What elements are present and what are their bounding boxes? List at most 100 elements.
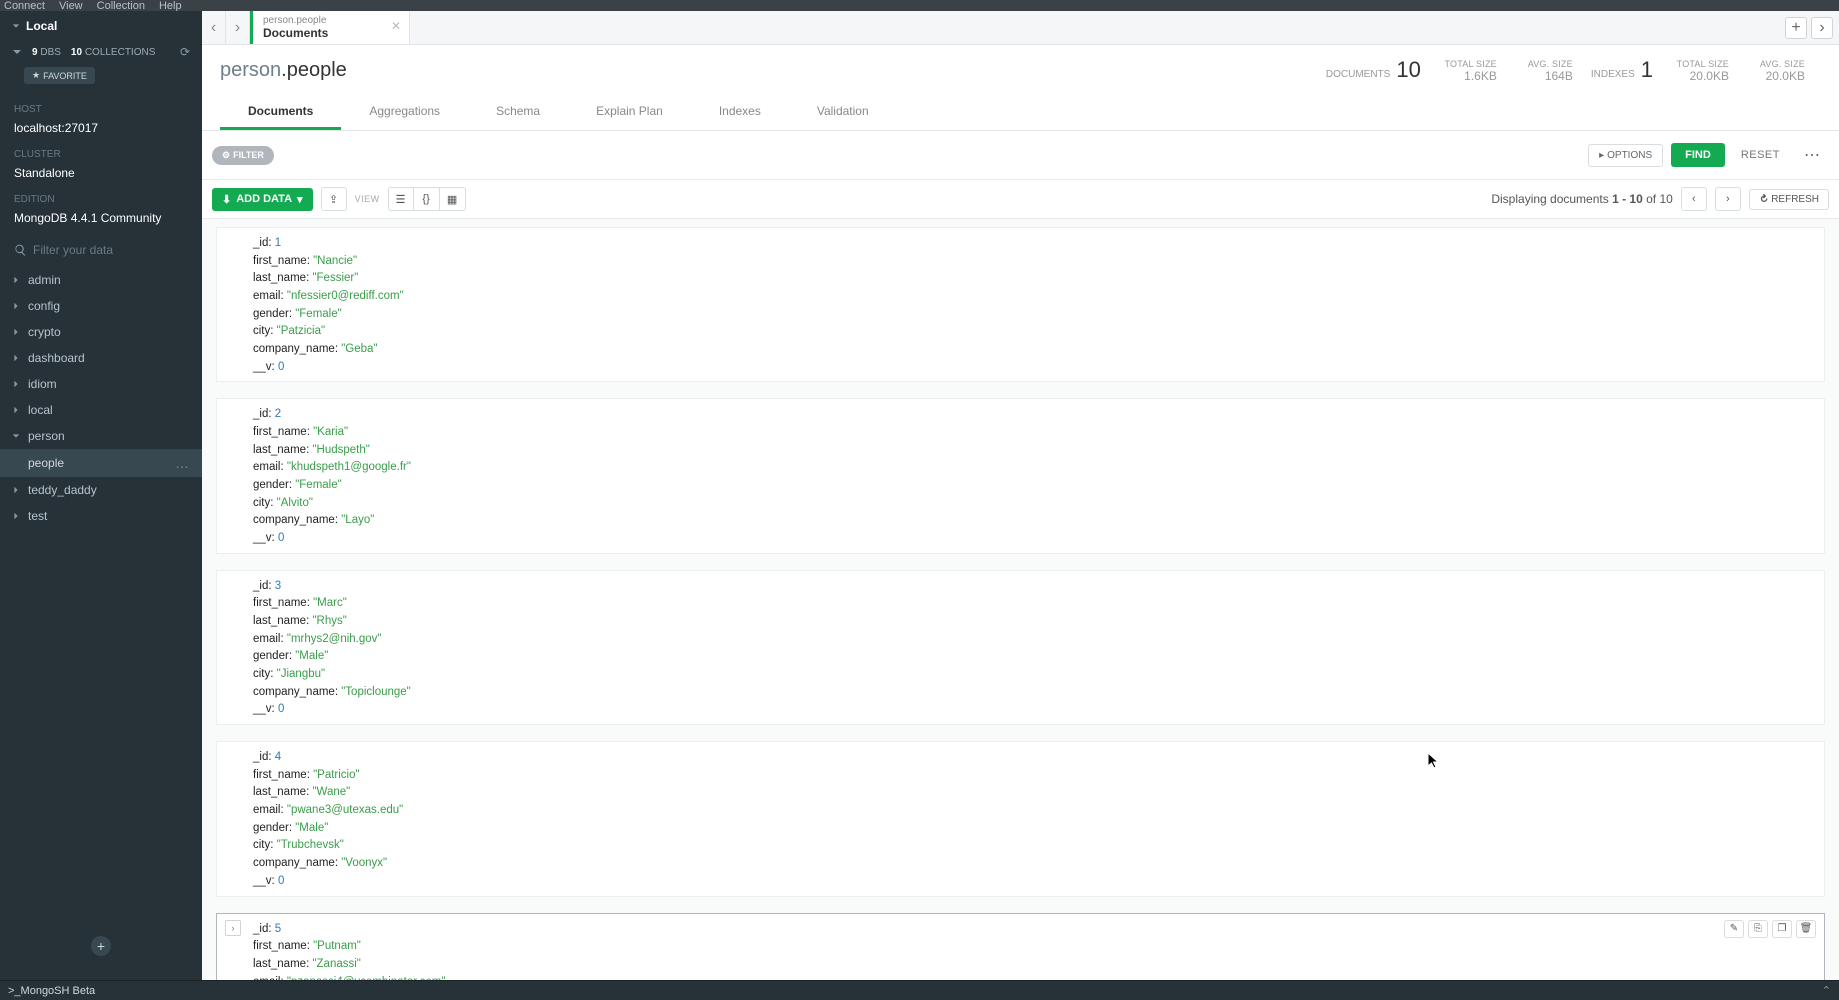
- cluster-label: CLUSTER: [0, 143, 202, 166]
- expand-button[interactable]: ›: [225, 920, 241, 936]
- menu-help[interactable]: Help: [159, 0, 182, 12]
- doc-field: email: "pwane3@utexas.edu": [253, 801, 1810, 819]
- tab-explain-plan[interactable]: Explain Plan: [568, 95, 691, 130]
- menu-view[interactable]: View: [59, 0, 83, 12]
- doc-field: last_name: "Fessier": [253, 269, 1810, 287]
- view-table-button[interactable]: ▦: [440, 187, 466, 211]
- tab-schema[interactable]: Schema: [468, 95, 568, 130]
- doc-field: __v: 0: [253, 872, 1810, 890]
- content: ‹ › person.people Documents ✕ + › person…: [202, 11, 1839, 980]
- db-item-dashboard[interactable]: dashboard: [0, 345, 202, 371]
- chevron-right-icon: [12, 380, 20, 388]
- db-item-config[interactable]: config: [0, 293, 202, 319]
- reload-icon[interactable]: ⟳: [180, 45, 190, 59]
- pager-text: Displaying documents 1 - 10 of 10: [1491, 192, 1672, 206]
- mongosh-bar[interactable]: >_MongoSH Beta ⌃: [0, 980, 1839, 1000]
- doc-field: company_name: "Voonyx": [253, 854, 1810, 872]
- mongosh-label: >_MongoSH Beta: [8, 985, 95, 997]
- host-label: HOST: [0, 98, 202, 121]
- doc-field: gender: "Male": [253, 819, 1810, 837]
- doc-field: first_name: "Nancie": [253, 252, 1810, 270]
- breadcrumb: person.people: [220, 59, 347, 82]
- doc-field: city: "Jiangbu": [253, 665, 1810, 683]
- collection-more-icon[interactable]: …: [175, 455, 190, 471]
- db-item-admin[interactable]: admin: [0, 267, 202, 293]
- edit-icon[interactable]: ✎: [1724, 920, 1744, 938]
- document-card[interactable]: _id: 1first_name: "Nancie"last_name: "Fe…: [216, 227, 1825, 382]
- document-card[interactable]: _id: 3first_name: "Marc"last_name: "Rhys…: [216, 570, 1825, 725]
- doc-field: email: "nfessier0@rediff.com": [253, 287, 1810, 305]
- find-button[interactable]: FIND: [1671, 143, 1725, 167]
- db-item-test[interactable]: test: [0, 503, 202, 529]
- options-button[interactable]: ▸ OPTIONS: [1588, 144, 1663, 167]
- collection-item-people[interactable]: people…: [0, 449, 202, 477]
- document-card[interactable]: ›✎⎘❐🗑_id: 5first_name: "Putnam"last_name…: [216, 913, 1825, 981]
- db-item-idiom[interactable]: idiom: [0, 371, 202, 397]
- delete-icon[interactable]: 🗑: [1796, 920, 1816, 938]
- add-data-button[interactable]: ⬇ ADD DATA ▾: [212, 188, 313, 211]
- tab-title: Documents: [263, 26, 385, 40]
- db-item-crypto[interactable]: crypto: [0, 319, 202, 345]
- close-icon[interactable]: ✕: [391, 19, 401, 33]
- more-menu-button[interactable]: ⋯: [1796, 139, 1829, 171]
- chevron-right-icon: [12, 302, 20, 310]
- db-item-teddy_daddy[interactable]: teddy_daddy: [0, 477, 202, 503]
- edition-value: MongoDB 4.4.1 Community: [0, 211, 202, 233]
- view-list-button[interactable]: ☰: [388, 187, 414, 211]
- tab-indexes[interactable]: Indexes: [691, 95, 789, 130]
- document-card[interactable]: _id: 4first_name: "Patricio"last_name: "…: [216, 741, 1825, 896]
- doc-field: company_name: "Layo": [253, 511, 1810, 529]
- tab-documents[interactable]: Documents: [220, 95, 341, 130]
- db-item-local[interactable]: local: [0, 397, 202, 423]
- document-card[interactable]: _id: 2first_name: "Karia"last_name: "Hud…: [216, 398, 1825, 553]
- doc-field: first_name: "Karia": [253, 423, 1810, 441]
- new-tab-button[interactable]: +: [1785, 17, 1807, 39]
- reset-button[interactable]: RESET: [1733, 143, 1788, 167]
- menu-collection[interactable]: Collection: [97, 0, 145, 12]
- chevron-right-icon: [12, 328, 20, 336]
- doc-field: company_name: "Geba": [253, 340, 1810, 358]
- chevron-right-icon: [12, 432, 20, 440]
- filter-pill[interactable]: ⚙ FILTER: [212, 146, 274, 165]
- tab-validation[interactable]: Validation: [789, 95, 897, 130]
- add-database-button[interactable]: +: [91, 936, 111, 956]
- sidebar: Local 9 DBS 10 COLLECTIONS ⟳ ★ FAVORITE …: [0, 11, 202, 980]
- doc-field: email: "khudspeth1@google.fr": [253, 458, 1810, 476]
- tab-nav-forward[interactable]: ›: [226, 11, 250, 44]
- menu-connect[interactable]: Connect: [4, 0, 45, 12]
- view-label: VIEW: [355, 194, 380, 204]
- host-value: localhost:27017: [0, 121, 202, 143]
- doc-field: city: "Trubchevsk": [253, 836, 1810, 854]
- doc-field: _id: 4: [253, 748, 1810, 766]
- refresh-button[interactable]: ↻ REFRESH: [1749, 189, 1829, 210]
- page-prev-button[interactable]: ‹: [1681, 187, 1707, 211]
- doc-field: email: "mrhys2@nih.gov": [253, 630, 1810, 648]
- doc-field: last_name: "Zanassi": [253, 955, 1810, 973]
- tab-nav-back[interactable]: ‹: [202, 11, 226, 44]
- copy-icon[interactable]: ⎘: [1748, 920, 1768, 938]
- doc-field: _id: 3: [253, 577, 1810, 595]
- doc-field: city: "Alvito": [253, 494, 1810, 512]
- tab-overflow-button[interactable]: ›: [1811, 17, 1833, 39]
- doc-field: first_name: "Putnam": [253, 937, 1810, 955]
- view-json-button[interactable]: {}: [414, 187, 440, 211]
- filter-search[interactable]: [10, 239, 192, 261]
- tab-person-people[interactable]: person.people Documents ✕: [250, 11, 410, 44]
- filter-bar: ⚙ FILTER ▸ OPTIONS FIND RESET ⋯: [202, 131, 1839, 180]
- doc-field: city: "Patzicia": [253, 322, 1810, 340]
- favorite-button[interactable]: ★ FAVORITE: [24, 67, 95, 84]
- search-input[interactable]: [33, 243, 188, 257]
- page-next-button[interactable]: ›: [1715, 187, 1741, 211]
- doc-field: first_name: "Patricio": [253, 766, 1810, 784]
- connection-name: Local: [0, 11, 202, 41]
- doc-field: _id: 1: [253, 234, 1810, 252]
- doc-field: __v: 0: [253, 700, 1810, 718]
- edition-label: EDITION: [0, 188, 202, 211]
- db-item-person[interactable]: person: [0, 423, 202, 449]
- doc-field: gender: "Female": [253, 476, 1810, 494]
- clone-icon[interactable]: ❐: [1772, 920, 1792, 938]
- doc-field: gender: "Female": [253, 305, 1810, 323]
- export-button[interactable]: ⇪: [321, 187, 347, 211]
- tab-aggregations[interactable]: Aggregations: [341, 95, 468, 130]
- chevron-up-icon: ⌃: [1822, 984, 1831, 997]
